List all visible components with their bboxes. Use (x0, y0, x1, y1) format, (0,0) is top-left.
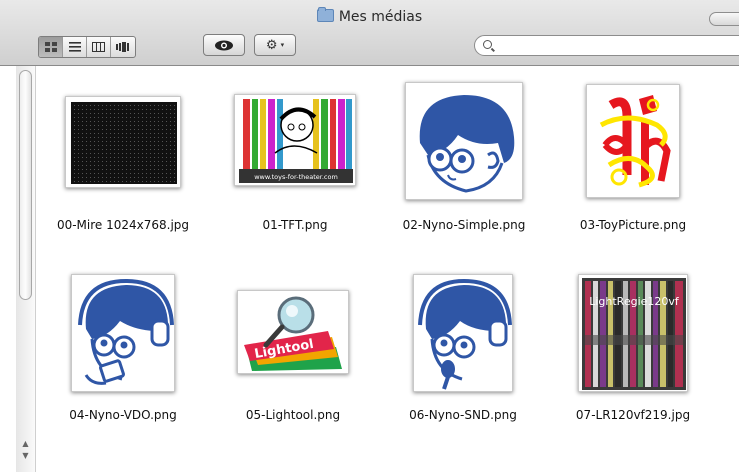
file-name: 02-Nyno-Simple.png (402, 218, 526, 232)
nyno-video-image (78, 278, 174, 385)
file-item[interactable]: 02-Nyno-Simple.png (390, 78, 538, 258)
file-item[interactable]: 04-Nyno-VDO.png (49, 268, 197, 448)
window-toolbar: Mes médias ⚙ ▾ (0, 0, 739, 66)
file-thumbnail (65, 96, 181, 188)
file-thumbnail: Lightool (237, 290, 349, 374)
test-pattern-image (71, 102, 177, 184)
list-icon (68, 42, 81, 52)
lightregie-image: LightRegie120vf (582, 278, 686, 390)
file-name: 04-Nyno-VDO.png (69, 408, 177, 422)
quick-look-button[interactable] (203, 34, 245, 56)
view-mode-segmented-control (38, 36, 136, 58)
toy-picture-image (591, 89, 677, 195)
toys-for-theater-image: www.toys-for-theater.com (239, 99, 353, 183)
file-thumbnail: www.toys-for-theater.com (234, 94, 356, 186)
file-name: 01-TFT.png (262, 218, 328, 232)
chevron-down-icon: ▾ (280, 41, 285, 49)
toolbar-toggle-button[interactable] (709, 12, 739, 26)
search-input[interactable] (499, 37, 733, 56)
columns-icon (92, 42, 105, 52)
file-thumbnail (405, 82, 523, 200)
nyno-sound-image (418, 278, 512, 390)
file-thumbnail (586, 84, 680, 198)
eye-icon (215, 40, 233, 50)
file-name: 06-Nyno-SND.png (409, 408, 517, 422)
scroll-down-arrow[interactable]: ▼ (16, 450, 35, 461)
nyno-character-image (419, 95, 515, 193)
coverflow-icon (116, 42, 129, 52)
gear-icon: ⚙ (265, 37, 278, 53)
file-item[interactable]: www.toys-for-theater.com 01-TFT.png (221, 78, 369, 258)
list-view-button[interactable] (63, 37, 87, 57)
folder-icon (316, 7, 334, 22)
thumbnail-caption: LightRegie120vf (589, 295, 680, 308)
file-name: 00-Mire 1024x768.jpg (56, 218, 190, 232)
grid-icon (44, 42, 57, 52)
search-icon (483, 40, 492, 49)
file-thumbnail: LightRegie120vf (578, 274, 688, 392)
file-thumbnail (71, 274, 175, 392)
file-name: 03-ToyPicture.png (579, 218, 687, 232)
scroll-up-arrow[interactable]: ▲ (16, 438, 35, 449)
coverflow-view-button[interactable] (111, 37, 135, 57)
lightool-image: Lightool (242, 295, 346, 371)
file-name: 07-LR120vf219.jpg (575, 408, 691, 422)
file-item[interactable]: 06-Nyno-SND.png (389, 268, 537, 448)
search-field[interactable] (474, 35, 739, 56)
scrollbar-thumb[interactable] (19, 70, 32, 300)
thumbnail-caption: www.toys-for-theater.com (254, 173, 338, 181)
file-name: 05-Lightool.png (245, 408, 341, 422)
file-thumbnail (413, 274, 513, 392)
column-view-button[interactable] (87, 37, 111, 57)
file-item[interactable]: Lightool 05-Lightool.png (219, 268, 367, 448)
file-item[interactable]: 03-ToyPicture.png (559, 78, 707, 258)
file-item[interactable]: 00-Mire 1024x768.jpg (49, 78, 197, 258)
window-title: Mes médias (0, 7, 739, 25)
action-menu-button[interactable]: ⚙ ▾ (254, 34, 296, 56)
file-item[interactable]: LightRegie120vf 07-LR120vf219.jpg (559, 268, 707, 448)
window-title-text: Mes médias (338, 9, 423, 25)
icon-view-button[interactable] (39, 37, 63, 57)
